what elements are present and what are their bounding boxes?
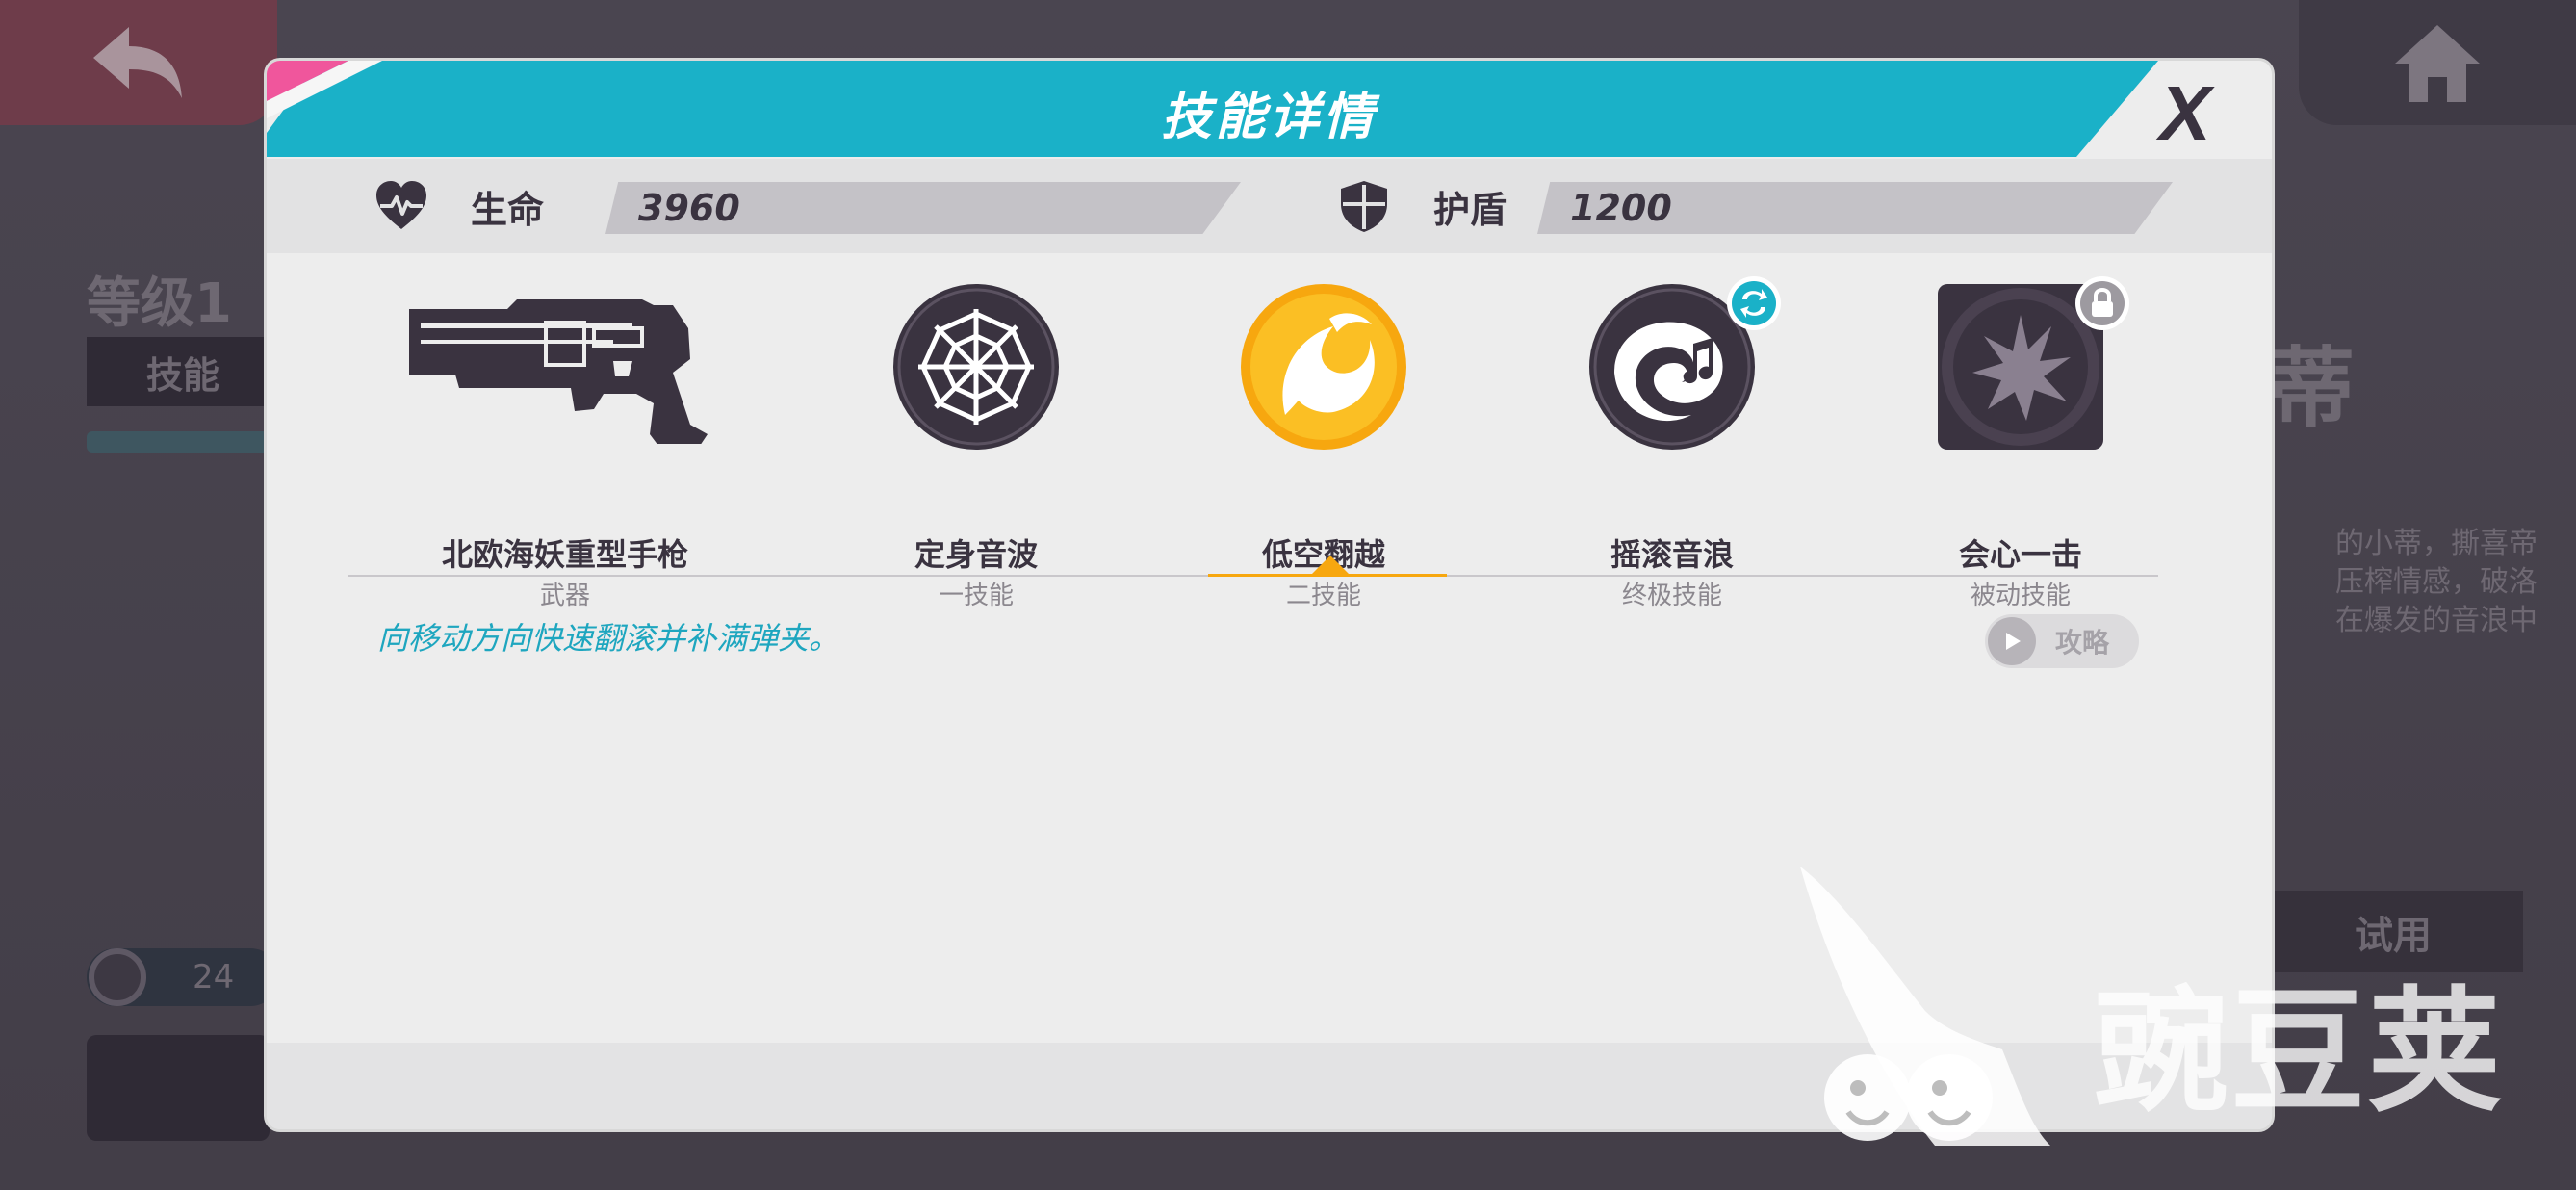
hp-label: 生命	[471, 188, 545, 231]
skill-type: 被动技能	[1970, 582, 2071, 610]
skill-name: 定身音波	[914, 536, 1038, 573]
resource-icon	[89, 948, 146, 1006]
background-hero-title: 蒂	[2268, 338, 2355, 439]
skill-type: 武器	[539, 582, 590, 610]
home-icon	[2395, 25, 2480, 102]
skill-name: 会心一击	[1958, 536, 2082, 573]
skill-type: 一技能	[938, 582, 1014, 610]
bio-line: 在爆发的音浪中	[2335, 604, 2537, 637]
close-button[interactable]: X	[2147, 75, 2224, 152]
stats-bar: 生命 3960 护盾 1200	[267, 159, 2272, 253]
skill-name: 摇滚音浪	[1610, 536, 1734, 573]
watermark-text: 豌豆荚	[2094, 974, 2505, 1131]
selected-skill-pointer	[1311, 556, 1350, 575]
shield-value: 1200	[1537, 182, 2173, 234]
skill-name: 北欧海妖重型手枪	[441, 536, 688, 573]
shield-stat: 护盾	[1335, 159, 1507, 253]
home-button[interactable]	[2299, 0, 2576, 125]
play-icon	[1988, 617, 2036, 665]
bio-line: 压榨情感，破洛	[2335, 565, 2537, 599]
background-hint-bar	[87, 431, 270, 453]
swap-icon	[1727, 276, 1781, 330]
back-button[interactable]	[0, 0, 277, 125]
guide-button[interactable]: 攻略	[1985, 614, 2139, 668]
skill-type: 二技能	[1285, 582, 1361, 610]
background-hero-bio: 的小蒂，撕喜帝 压榨情感，破洛 在爆发的音浪中	[2287, 525, 2537, 640]
dialog-header: 技能详情 X	[267, 61, 2272, 159]
skills-row: 北欧海妖重型手枪 武器 定身音波 一技能 低空翻越 二技能 摇滚音浪 终极技能 …	[267, 253, 2272, 636]
shield-icon	[1341, 181, 1387, 232]
guide-label: 攻略	[2055, 627, 2110, 659]
dialog-title: 技能详情	[1161, 89, 1378, 146]
lock-icon	[2075, 276, 2129, 330]
background-skill-tab[interactable]: 技能	[87, 337, 279, 406]
close-icon: X	[2159, 70, 2211, 156]
skill-type: 终极技能	[1621, 582, 1722, 610]
background-level-text: 等级1	[87, 272, 232, 335]
bio-line: 的小蒂，撕喜帝	[2335, 527, 2537, 560]
hp-value: 3960	[605, 182, 1241, 234]
wind-swirl-icon	[1241, 284, 1406, 450]
shield-label: 护盾	[1433, 188, 1507, 231]
background-upgrade-button[interactable]	[87, 1035, 270, 1141]
hp-stat: 生命	[373, 159, 544, 253]
pistol-icon	[409, 299, 708, 450]
back-arrow-icon	[93, 27, 182, 98]
heart-icon	[376, 181, 426, 229]
spiderweb-icon	[893, 284, 1059, 450]
skill-description: 向移动方向快速翻滚并补满弹夹。	[377, 620, 840, 657]
